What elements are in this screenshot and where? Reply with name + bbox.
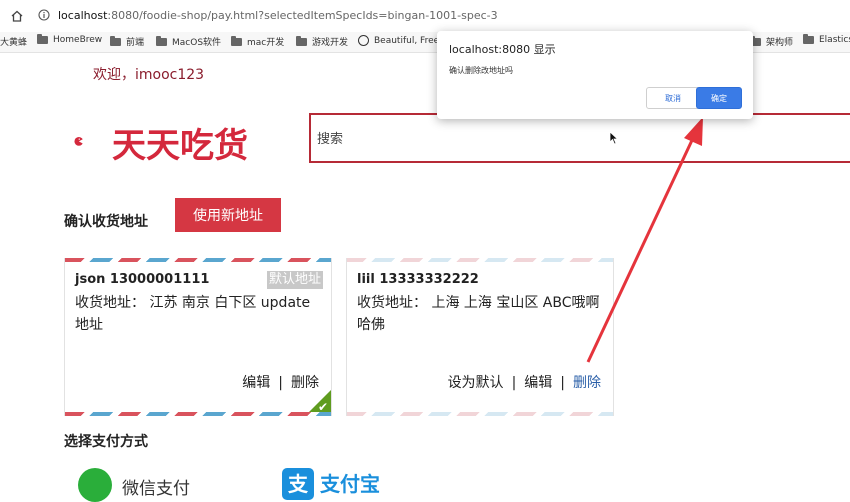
alipay-label[interactable]: 支付宝 [320, 468, 380, 497]
address-detail: 收货地址： 江苏 南京 白下区 update 地址 [75, 295, 311, 333]
mouse-cursor-icon [609, 131, 619, 145]
payment-section-title: 选择支付方式 [64, 434, 148, 450]
welcome-text: 欢迎，imooc123 [93, 67, 205, 83]
bookmark-label: 游戏开发 [312, 38, 349, 48]
address-actions: 编辑 | 删除 [242, 372, 319, 392]
url-text[interactable]: localhost:8080/foodie-shop/pay.html?sele… [58, 9, 498, 22]
wechat-icon[interactable] [78, 468, 112, 502]
bookmark-label: mac开发 [247, 38, 285, 48]
bookmark-6[interactable]: Beautiful, Free [358, 35, 439, 46]
dialog-title: localhost:8080 显示 [449, 43, 556, 56]
check-icon: ✔ [317, 400, 328, 414]
folder-icon [37, 34, 48, 44]
bookmark-1[interactable]: HomeBrew [37, 34, 103, 45]
address-detail: 收货地址： 上海 上海 宝山区 ABC哦啊哈佛 [357, 295, 600, 333]
bookmark-5[interactable]: 游戏开发 [296, 35, 348, 48]
folder-icon [110, 35, 121, 46]
wechat-pay-label[interactable]: 微信支付 [122, 474, 190, 499]
new-address-button[interactable]: 使用新地址 [175, 198, 281, 232]
folder-icon [156, 35, 167, 46]
bookmark-label: Elastics [819, 35, 850, 45]
bookmark-label: Beautiful, Free [374, 35, 440, 46]
address-actions: 设为默认 | 编辑 | 删除 [448, 372, 601, 392]
bookmark-label: 大黄蜂 [0, 38, 28, 48]
dialog-message: 确认删除改地址吗 [449, 66, 513, 75]
info-icon[interactable] [38, 9, 50, 21]
address-recipient: liil 13333332222 [357, 272, 479, 287]
bookmark-label: 架构师 [766, 38, 794, 48]
search-input[interactable] [311, 115, 850, 163]
confirm-dialog: localhost:8080 显示 确认删除改地址吗 取消 确定 [437, 31, 753, 119]
url-path: :8080/foodie-shop/pay.html?selectedItemS… [107, 9, 498, 22]
folder-icon [231, 35, 242, 46]
address-recipient: json 13000001111 [75, 272, 210, 287]
default-address-badge: 默认地址 [266, 271, 323, 289]
bookmark-3[interactable]: MacOS软件 [156, 35, 221, 48]
action-separator: | [278, 375, 283, 391]
action-separator: | [511, 375, 517, 391]
edit-address-link[interactable]: 编辑 [524, 375, 552, 391]
delete-address-link[interactable]: 删除 [291, 375, 319, 391]
bookmark-2[interactable]: 前端 [110, 35, 144, 48]
bookmark-8[interactable]: Elastics [803, 34, 850, 45]
url-host: localhost [58, 9, 108, 22]
cancel-button[interactable]: 取消 [646, 87, 700, 109]
github-icon [358, 35, 369, 46]
alipay-icon[interactable]: 支 [282, 468, 314, 500]
bookmark-label: 前端 [126, 38, 145, 48]
ok-button[interactable]: 确定 [696, 87, 742, 109]
search-box[interactable] [309, 113, 850, 163]
delete-address-link[interactable]: 删除 [573, 375, 601, 391]
logo-text: 天天吃货 [112, 126, 248, 166]
folder-icon [296, 35, 307, 46]
bookmark-7[interactable]: 架构师 [750, 35, 793, 48]
address-card[interactable]: json 13000001111 默认地址 收货地址： 江苏 南京 白下区 up… [64, 258, 332, 416]
address-section-title: 确认收货地址 [64, 214, 148, 230]
bookmark-label: MacOS软件 [172, 38, 222, 48]
bookmark-0[interactable]: 大黄蜂 [0, 35, 27, 48]
action-separator: | [560, 375, 565, 391]
home-icon[interactable] [10, 9, 24, 23]
bookmark-label: HomeBrew [53, 35, 103, 45]
bookmark-4[interactable]: mac开发 [231, 35, 284, 48]
browser-url-bar: localhost:8080/foodie-shop/pay.html?sele… [0, 0, 850, 32]
set-default-link[interactable]: 设为默认 [448, 375, 504, 391]
folder-icon [803, 34, 814, 44]
edit-address-link[interactable]: 编辑 [242, 375, 270, 391]
address-card[interactable]: liil 13333332222 收货地址： 上海 上海 宝山区 ABC哦啊哈佛… [346, 258, 614, 416]
